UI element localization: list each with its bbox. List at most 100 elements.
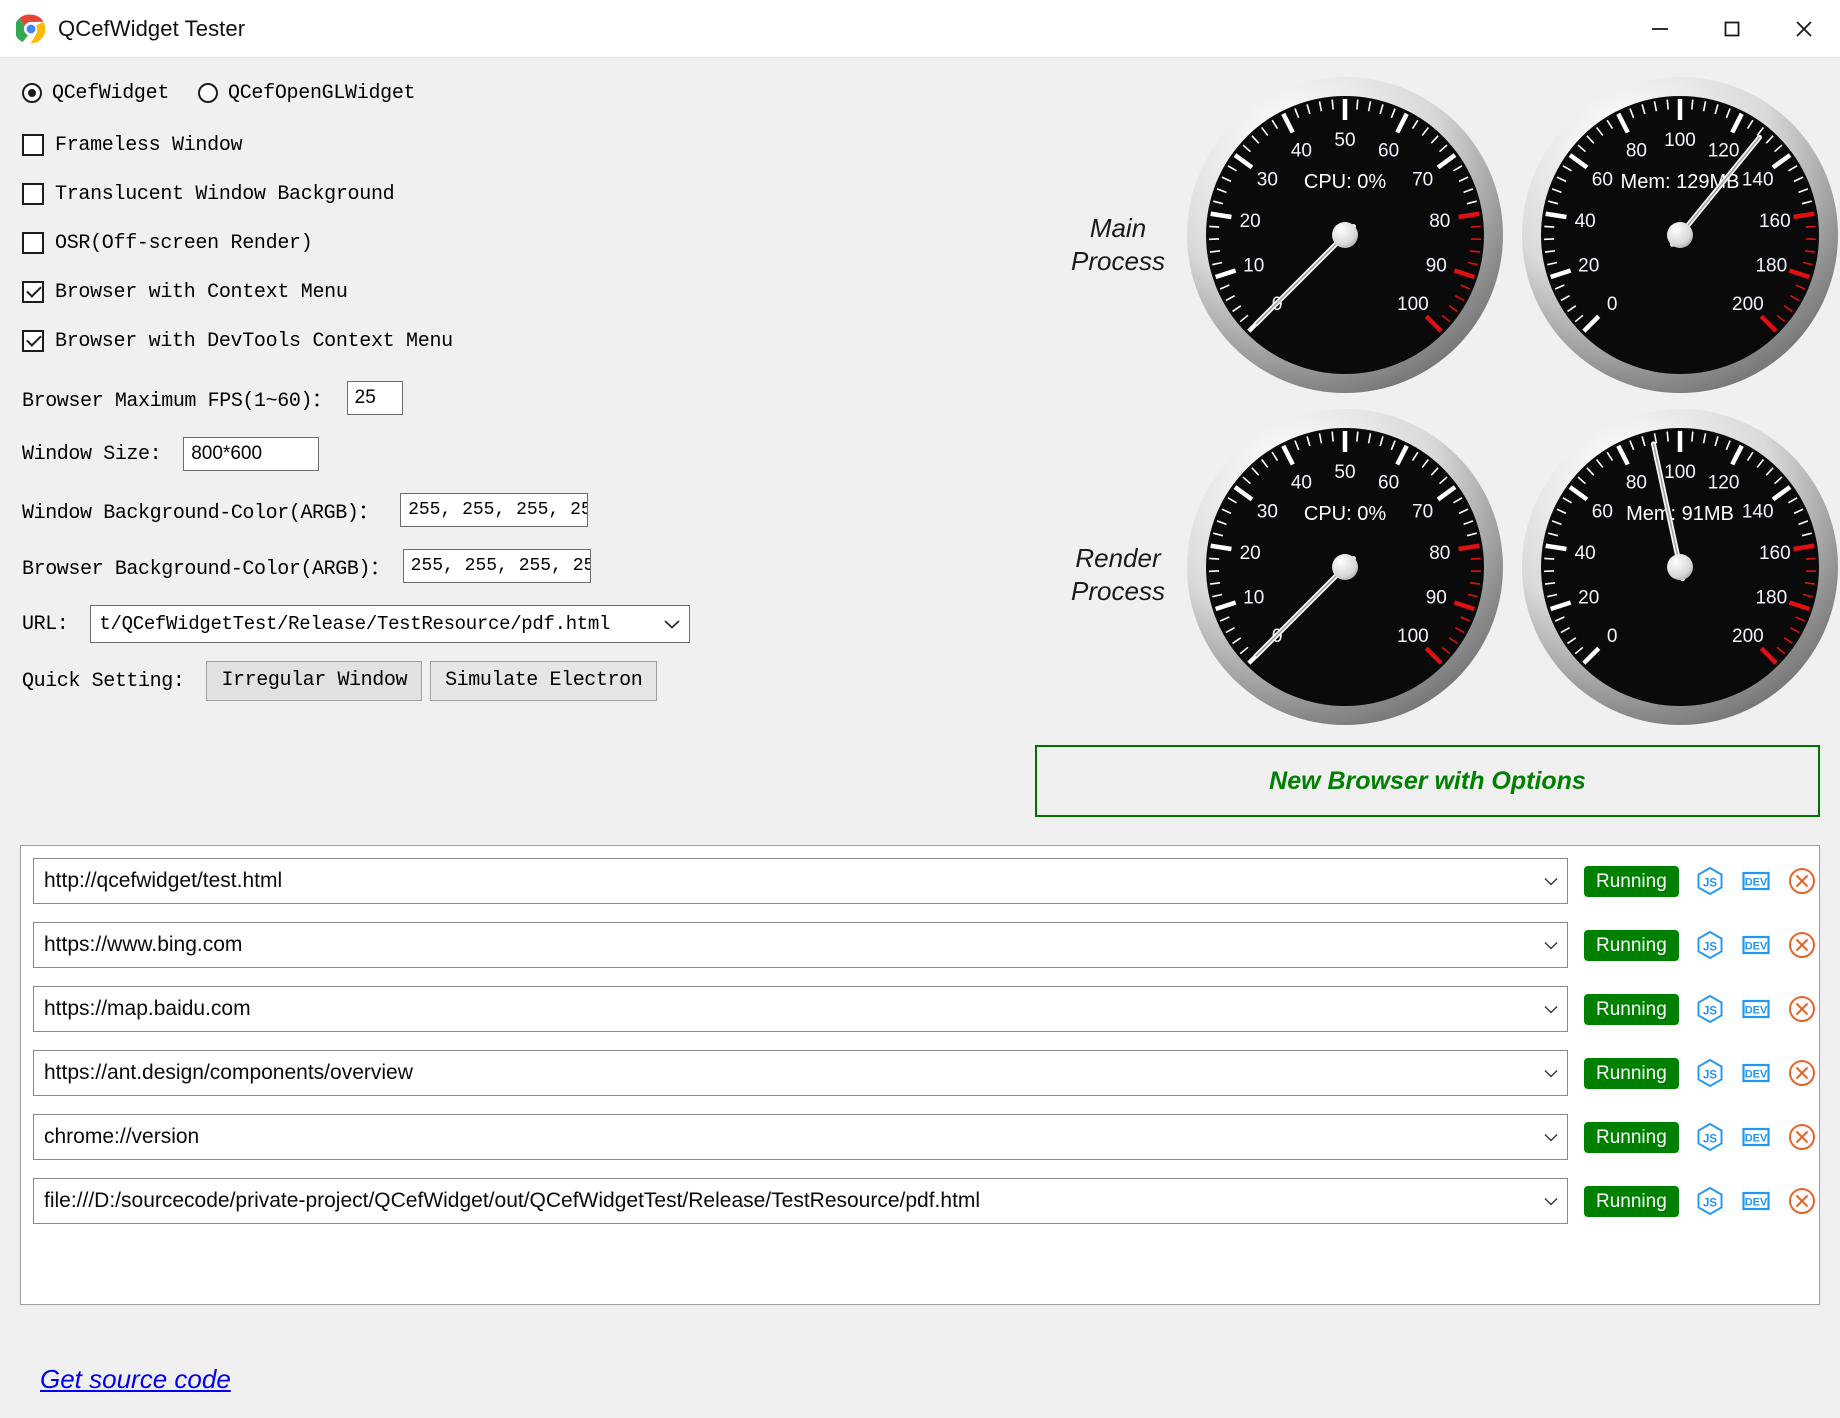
window-size-input[interactable]: 800*600 (183, 437, 320, 471)
svg-text:DEV: DEV (1744, 1197, 1767, 1209)
checkbox-frameless-window[interactable]: Frameless Window (22, 130, 880, 160)
status-badge[interactable]: Running (1584, 929, 1679, 961)
browser-url-combobox[interactable]: http://qcefwidget/test.html (33, 858, 1568, 904)
window-bgcolor-label: Window Background-Color(ARGB)： (22, 502, 379, 525)
svg-text:60: 60 (1378, 140, 1399, 161)
minimize-button[interactable] (1624, 0, 1696, 57)
browser-list-row: chrome://version Running JS DEV (33, 1114, 1815, 1160)
devtools-icon[interactable]: DEV (1741, 1186, 1771, 1216)
js-console-icon[interactable]: JS (1695, 1186, 1725, 1216)
svg-text:30: 30 (1257, 502, 1278, 523)
radio-qcefopenglwidget[interactable]: QCefOpenGLWidget (198, 81, 416, 105)
url-field-row: URL: t/QCefWidgetTest/Release/TestResour… (22, 605, 880, 643)
browser-url-combobox[interactable]: https://www.bing.com (33, 922, 1568, 968)
close-circle-icon[interactable] (1787, 994, 1817, 1024)
radio-qcefwidget[interactable]: QCefWidget (22, 82, 169, 105)
title-bar-left: QCefWidget Tester (0, 13, 245, 44)
browser-url-value: https://map.baidu.com (44, 997, 251, 1020)
svg-text:DEV: DEV (1744, 941, 1767, 953)
js-console-icon[interactable]: JS (1695, 1058, 1725, 1088)
render-process-label-line2: Process (1071, 575, 1165, 606)
status-badge[interactable]: Running (1584, 1185, 1679, 1217)
chrome-logo-icon (16, 13, 46, 44)
new-browser-with-options-button[interactable]: New Browser with Options (1035, 745, 1820, 817)
svg-text:40: 40 (1291, 140, 1312, 161)
radio-qcefopenglwidget-label: QCefOpenGLWidget (228, 81, 416, 105)
checkbox-indicator-icon (22, 183, 44, 205)
gauge-render-cpu-caption: CPU: 0% (1304, 503, 1386, 525)
url-combobox-value: t/QCefWidgetTest/Release/TestResource/pd… (99, 613, 611, 635)
close-circle-icon[interactable] (1787, 1058, 1817, 1088)
svg-text:120: 120 (1708, 472, 1740, 493)
new-browser-with-options-label: New Browser with Options (1269, 766, 1586, 795)
svg-text:100: 100 (1397, 294, 1429, 315)
svg-text:70: 70 (1412, 502, 1433, 523)
svg-text:70: 70 (1412, 170, 1433, 191)
browser-url-combobox[interactable]: chrome://version (33, 1114, 1568, 1160)
status-badge[interactable]: Running (1584, 1121, 1679, 1153)
quick-setting-row: Quick Setting: Irregular Window Simulate… (22, 661, 880, 701)
svg-text:90: 90 (1426, 256, 1447, 277)
js-console-icon[interactable]: JS (1695, 930, 1725, 960)
maximize-button[interactable] (1696, 0, 1768, 57)
checkbox-browser-context-menu[interactable]: Browser with Context Menu (22, 277, 880, 307)
browser-url-value: https://www.bing.com (44, 933, 243, 956)
checkbox-browser-devtools-context-menu[interactable]: Browser with DevTools Context Menu (22, 326, 880, 356)
svg-text:140: 140 (1742, 502, 1774, 523)
chevron-down-icon (655, 618, 689, 630)
main-process-label-line1: Main (1089, 213, 1147, 243)
checkbox-osr[interactable]: OSR(Off-screen Render) (22, 228, 880, 258)
close-circle-icon[interactable] (1787, 930, 1817, 960)
url-combobox[interactable]: t/QCefWidgetTest/Release/TestResource/pd… (90, 605, 691, 643)
js-console-icon[interactable]: JS (1695, 1122, 1725, 1152)
checkbox-browser-context-menu-label: Browser with Context Menu (55, 280, 348, 304)
browser-bgcolor-field-row: Browser Background-Color(ARGB)： 255, 255… (22, 549, 880, 583)
render-process-label-line1: Render (1075, 543, 1161, 573)
browser-url-combobox[interactable]: file:///D:/sourcecode/private-project/QC… (33, 1178, 1568, 1224)
devtools-icon[interactable]: DEV (1741, 866, 1771, 896)
svg-text:20: 20 (1578, 256, 1599, 277)
devtools-icon[interactable]: DEV (1741, 1122, 1771, 1152)
js-console-icon[interactable]: JS (1695, 866, 1725, 896)
svg-text:80: 80 (1429, 543, 1450, 564)
svg-text:0: 0 (1607, 294, 1618, 315)
fps-input[interactable]: 25 (346, 381, 403, 415)
devtools-icon[interactable]: DEV (1741, 1058, 1771, 1088)
browser-bgcolor-input[interactable]: 255, 255, 255, 255 (402, 549, 591, 583)
close-circle-icon[interactable] (1787, 866, 1817, 896)
browser-url-value: file:///D:/sourcecode/private-project/QC… (44, 1189, 981, 1212)
svg-text:JS: JS (1703, 942, 1717, 954)
close-button[interactable] (1768, 0, 1840, 57)
irregular-window-button[interactable]: Irregular Window (206, 661, 423, 701)
browser-url-combobox[interactable]: https://map.baidu.com (33, 986, 1568, 1032)
browser-instance-list[interactable]: http://qcefwidget/test.html Running JS DEV h… (20, 845, 1820, 1305)
gauge-main-process-memory: 0 20 40 60 80 100 120 140 160 180 200 Mem: 129MB (1520, 75, 1840, 395)
status-badge[interactable]: Running (1584, 1057, 1679, 1089)
devtools-icon[interactable]: DEV (1741, 994, 1771, 1024)
get-source-code-link[interactable]: Get source code (40, 1364, 231, 1395)
svg-text:200: 200 (1732, 294, 1764, 315)
close-circle-icon[interactable] (1787, 1122, 1817, 1152)
svg-text:180: 180 (1755, 256, 1787, 277)
window-size-label: Window Size: (22, 442, 162, 466)
svg-text:DEV: DEV (1744, 1005, 1767, 1017)
close-circle-icon[interactable] (1787, 1186, 1817, 1216)
status-badge[interactable]: Running (1584, 993, 1679, 1025)
svg-text:JS: JS (1703, 1134, 1717, 1146)
status-badge[interactable]: Running (1584, 865, 1679, 897)
quick-setting-label: Quick Setting: (22, 669, 185, 693)
js-console-icon[interactable]: JS (1695, 994, 1725, 1024)
simulate-electron-button[interactable]: Simulate Electron (430, 661, 658, 701)
svg-text:30: 30 (1257, 170, 1278, 191)
chevron-down-icon (1535, 1004, 1567, 1015)
checkbox-translucent-window-background[interactable]: Translucent Window Background (22, 179, 880, 209)
browser-url-combobox[interactable]: https://ant.design/components/overview (33, 1050, 1568, 1096)
devtools-icon[interactable]: DEV (1741, 930, 1771, 960)
svg-text:JS: JS (1703, 1070, 1717, 1082)
svg-text:100: 100 (1397, 626, 1429, 647)
svg-text:50: 50 (1334, 462, 1355, 483)
browser-list-row: https://ant.design/components/overview Ru… (33, 1050, 1815, 1096)
gauge-main-cpu-caption: CPU: 0% (1304, 171, 1386, 193)
window-bgcolor-input[interactable]: 255, 255, 255, 255 (400, 493, 589, 527)
svg-text:20: 20 (1578, 588, 1599, 609)
